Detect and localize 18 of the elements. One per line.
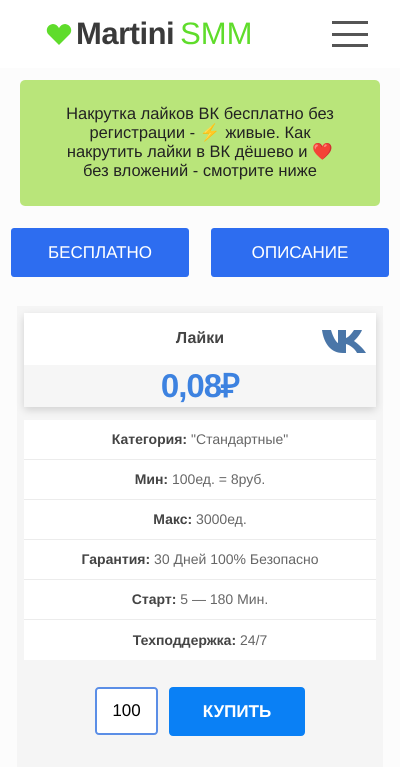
vk-logo-icon (322, 328, 368, 354)
service-title: Лайки (176, 329, 224, 349)
tab-button[interactable]: ОПИСАНИЕ (211, 228, 389, 277)
buy-button[interactable]: КУПИТЬ (169, 687, 305, 736)
feature-text: Гарантия: 30 Дней 100% Безопасно (82, 550, 318, 569)
feature-text: Техподдержка: 24/7 (132, 630, 268, 650)
promo-text: Накрутка лайков ВК бесплатно без регистрации - ⚡ живые. Как накрутить лайки в ВК дёшево и ❤ без вложений - смотрите ниже (65, 105, 335, 181)
heart-icon (46, 23, 72, 45)
logo-text: Martini (76, 14, 174, 53)
feature-text: Старт: 5 — 180 Мин. (132, 590, 268, 609)
logo-accent-text: SMM (180, 14, 252, 53)
price-text: 0,08₽ (160, 366, 240, 406)
tab-button[interactable]: БЕСПЛАТНО (11, 228, 189, 277)
quantity-field[interactable]: 100 (95, 687, 158, 735)
feature-text: Макс: 3000ед. (153, 510, 247, 529)
feature-text: Категория: "Стандартные" (112, 430, 288, 449)
menu-icon[interactable] (332, 21, 368, 47)
feature-text: Мин: 100ед. = 8руб. (134, 470, 266, 489)
